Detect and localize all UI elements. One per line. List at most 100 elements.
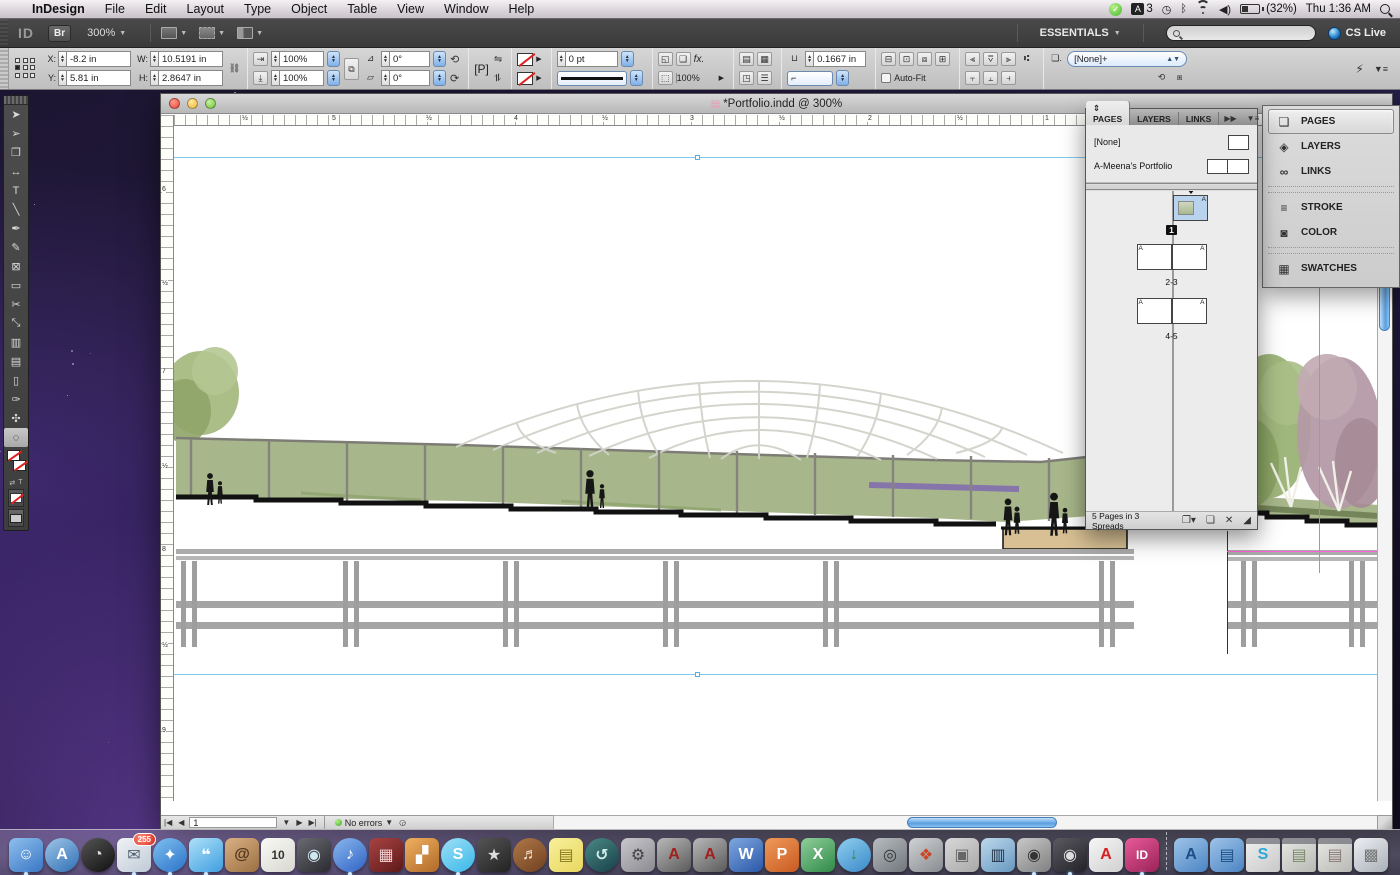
x-stepper[interactable]: ▲▼ xyxy=(58,51,67,67)
corner-radius-stepper[interactable]: ▲▼ xyxy=(805,51,814,67)
height-field[interactable]: H: ▲▼ 2.8647 in xyxy=(135,70,223,86)
screen-mode-toggle[interactable] xyxy=(8,509,24,527)
dock-icon-solution-menu[interactable]: ▣ xyxy=(945,838,979,872)
rotation-field[interactable]: ▲▼ 0° xyxy=(381,51,430,67)
y-stepper[interactable]: ▲▼ xyxy=(58,70,67,86)
scale-y-stepper[interactable]: ▲▼ xyxy=(271,70,280,86)
rotation-value[interactable]: 0° xyxy=(390,51,430,67)
scale-x-stepper[interactable]: ▲▼ xyxy=(271,51,280,67)
page-thumbnail[interactable]: A xyxy=(1137,244,1172,270)
autofit-checkbox[interactable]: Auto-Fit xyxy=(881,73,926,83)
object-style-dropdown[interactable]: [None]+ ▲▼ xyxy=(1067,51,1187,67)
menu-indesign[interactable]: InDesign xyxy=(22,0,95,19)
tab-layers[interactable]: LAYERS xyxy=(1130,112,1179,125)
w-stepper[interactable]: ▲▼ xyxy=(150,51,159,67)
input-source-menu[interactable]: A 3 xyxy=(1131,3,1152,15)
distribute-options-icon[interactable]: ⑆ xyxy=(1019,52,1034,66)
stroke-weight-value[interactable]: 0 pt xyxy=(566,51,618,67)
stroke-style-aqua-stepper[interactable]: ▲▼ xyxy=(630,70,643,86)
dock-icon-downloader[interactable]: ↓ xyxy=(837,838,871,872)
align-bottom-icon[interactable]: ⫞ xyxy=(1001,71,1016,85)
dock-entry-pages[interactable]: ❏PAGES xyxy=(1268,109,1394,134)
dock-icon-excel[interactable]: X xyxy=(801,838,835,872)
align-center-icon[interactable]: ⩢ xyxy=(983,52,998,66)
free-transform-tool[interactable]: ⤡ xyxy=(4,314,28,333)
gap-tool[interactable]: ↔ xyxy=(4,162,28,181)
screen-mode-button[interactable]: ▼ xyxy=(199,27,225,39)
gradient-feather-tool[interactable]: ▤ xyxy=(4,352,28,371)
dock-entry-swatches[interactable]: ▦SWATCHES xyxy=(1268,256,1394,281)
transparency-icon[interactable]: ⬚ xyxy=(658,71,673,85)
gradient-swatch-tool[interactable]: ▥ xyxy=(4,333,28,352)
ruler-guide-bottom[interactable] xyxy=(174,674,1377,675)
ruler-guide-magenta[interactable] xyxy=(1227,551,1377,552)
dock-icon-autocad-1[interactable]: A xyxy=(657,838,691,872)
zoom-tool[interactable]: ◌ xyxy=(4,428,28,447)
master-page-thumbnail[interactable] xyxy=(1228,135,1249,150)
width-field[interactable]: W: ▲▼ 10.5191 in xyxy=(135,51,223,67)
stroke-swatch-arrow[interactable]: ▶ xyxy=(536,55,541,63)
edit-page-size-button[interactable]: ❐▾ xyxy=(1182,515,1196,526)
hand-tool[interactable]: ✣ xyxy=(4,409,28,428)
note-tool[interactable]: ▯ xyxy=(4,371,28,390)
flip-vertical-icon[interactable]: ⥮ xyxy=(494,73,501,84)
menu-view[interactable]: View xyxy=(387,0,434,19)
spotlight-icon[interactable] xyxy=(1380,4,1390,14)
corner-shape-dropdown[interactable]: ⌐ xyxy=(787,71,833,86)
shear-aqua-stepper[interactable]: ▲▼ xyxy=(433,70,446,86)
master-page-thumbnail[interactable] xyxy=(1207,159,1228,174)
dock-entry-links[interactable]: ∞LINKS xyxy=(1268,159,1394,184)
dock-icon-camera-utility[interactable]: ◉ xyxy=(1017,838,1051,872)
corner-radius-value[interactable]: 0.1667 in xyxy=(814,51,866,67)
align-left-icon[interactable]: ⫷ xyxy=(965,52,980,66)
dock-icon-ichat[interactable]: ❝ xyxy=(189,838,223,872)
dock-icon-safari[interactable]: ✦ xyxy=(153,838,187,872)
search-box[interactable] xyxy=(1166,25,1316,41)
page-number-field[interactable]: 1 xyxy=(189,817,277,828)
menu-edit[interactable]: Edit xyxy=(135,0,177,19)
dock-icon-imovie[interactable]: ★ xyxy=(477,838,511,872)
scale-x-aqua-stepper[interactable]: ▲▼ xyxy=(327,51,340,67)
dock-entry-stroke[interactable]: ≡STROKE xyxy=(1268,195,1394,220)
center-content-icon[interactable]: ⊞ xyxy=(935,52,950,66)
select-container-icon[interactable]: [P] xyxy=(474,62,489,76)
collapse-panel-icon[interactable]: ▶▶ xyxy=(1219,114,1241,125)
pen-tool[interactable]: ✒ xyxy=(4,219,28,238)
masters-pages-divider[interactable] xyxy=(1086,183,1257,191)
h-stepper[interactable]: ▲▼ xyxy=(150,70,159,86)
autofit-checkbox-box[interactable] xyxy=(881,73,891,83)
dock-icon-finder[interactable]: ☺ xyxy=(9,838,43,872)
first-page-button[interactable]: |◀ xyxy=(161,818,175,827)
y-value[interactable]: 5.81 in xyxy=(67,70,131,86)
tab-links[interactable]: LINKS xyxy=(1179,112,1220,125)
dock-icon-powerpoint[interactable]: P xyxy=(765,838,799,872)
dock-icon-ical[interactable]: 10 xyxy=(261,838,295,872)
rotate-ccw-icon[interactable]: ⟲ xyxy=(450,53,459,66)
page-label[interactable]: 4-5 xyxy=(1086,331,1257,341)
tab-pages[interactable]: ⇕ PAGES xyxy=(1086,101,1130,125)
dock-icon-address-book[interactable]: @ xyxy=(225,838,259,872)
rotation-stepper[interactable]: ▲▼ xyxy=(381,51,390,67)
fill-color-none-swatch[interactable] xyxy=(517,72,533,85)
preflight-panel-icon[interactable]: ◶ xyxy=(396,818,409,827)
page-thumbnail[interactable]: A xyxy=(1172,298,1207,324)
selection-tool[interactable]: ➤ xyxy=(4,105,28,124)
constrain-dimensions-icon[interactable]: ⛓ xyxy=(227,62,242,76)
arrange-documents-button[interactable]: ▼ xyxy=(237,27,263,39)
page-thumbnail[interactable]: A xyxy=(1137,298,1172,324)
dock-entry-layers[interactable]: ◈LAYERS xyxy=(1268,134,1394,159)
menu-object[interactable]: Object xyxy=(281,0,337,19)
h-value[interactable]: 2.8647 in xyxy=(159,70,223,86)
battery-indicator[interactable]: (32%) xyxy=(1240,3,1297,15)
rectangle-tool[interactable]: ▭ xyxy=(4,276,28,295)
dock-icon-acrobat-reader[interactable]: A xyxy=(1089,838,1123,872)
dock-icon-trash[interactable]: ▩ xyxy=(1354,838,1388,872)
shear-value[interactable]: 0° xyxy=(390,70,430,86)
w-value[interactable]: 10.5191 in xyxy=(159,51,223,67)
dock-icon-indesign[interactable]: ID xyxy=(1125,838,1159,872)
page-label[interactable]: 2-3 xyxy=(1086,277,1257,287)
menu-type[interactable]: Type xyxy=(234,0,281,19)
view-options-button[interactable]: ▼ xyxy=(161,27,187,39)
new-page-button[interactable]: ❏ xyxy=(1206,515,1215,526)
dock-icon-system-preferences[interactable]: ⚙ xyxy=(621,838,655,872)
